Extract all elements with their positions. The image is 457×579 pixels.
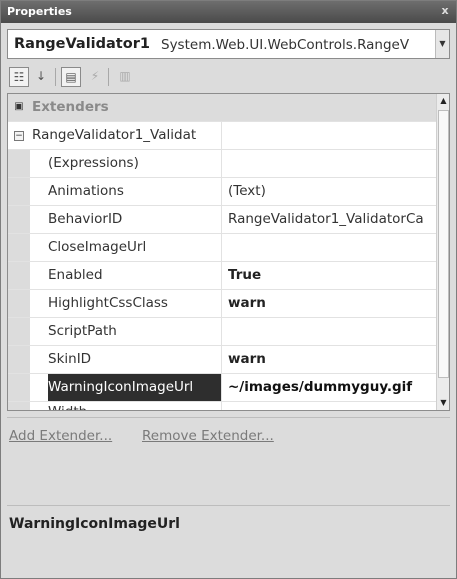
property-value[interactable]: warn — [223, 290, 436, 317]
row-gutter — [8, 206, 30, 233]
toolbar-divider — [108, 68, 109, 86]
object-selector[interactable]: RangeValidator1 System.Web.UI.WebControl… — [7, 29, 450, 59]
property-row-enabled[interactable]: Enabled True — [8, 262, 436, 290]
property-value[interactable] — [223, 234, 436, 261]
add-extender-link[interactable]: Add Extender... — [9, 428, 112, 444]
remove-extender-link[interactable]: Remove Extender... — [142, 428, 274, 444]
property-name: Enabled — [48, 262, 222, 289]
description-title: WarningIconImageUrl — [9, 516, 180, 532]
row-gutter — [8, 374, 30, 401]
property-row-scriptpath[interactable]: ScriptPath — [8, 318, 436, 346]
property-name: Animations — [48, 178, 222, 205]
property-name: (Expressions) — [48, 150, 222, 177]
row-gutter — [8, 262, 30, 289]
property-value[interactable]: ~/images/dummyguy.gif — [223, 374, 436, 401]
property-row-expressions[interactable]: (Expressions) — [8, 150, 436, 178]
properties-toolbar: ☷ ↓ ▤ ⚡ ▥ — [7, 65, 450, 89]
property-value[interactable] — [223, 318, 436, 345]
property-row-highlightcssclass[interactable]: HighlightCssClass warn — [8, 290, 436, 318]
property-name: HighlightCssClass — [48, 290, 222, 317]
property-name: CloseImageUrl — [48, 234, 222, 261]
row-gutter — [8, 178, 30, 205]
close-icon[interactable]: x — [438, 4, 452, 18]
property-pages-icon[interactable]: ▥ — [115, 67, 135, 87]
category-label: Extenders — [32, 99, 109, 115]
collapse-icon[interactable]: ▣ — [14, 102, 24, 113]
scroll-down-icon[interactable]: ▼ — [437, 396, 449, 410]
commands-pane: Add Extender... Remove Extender... — [7, 417, 450, 503]
toolbar-divider — [55, 68, 56, 86]
property-row-animations[interactable]: Animations (Text) — [8, 178, 436, 206]
object-type: System.Web.UI.WebControls.RangeV — [161, 37, 410, 53]
properties-icon[interactable]: ▤ — [61, 67, 81, 87]
row-gutter — [8, 402, 30, 410]
property-value[interactable]: (Text) — [223, 178, 436, 205]
vertical-scrollbar[interactable]: ▲ ▼ — [436, 94, 449, 410]
scrollbar-thumb[interactable] — [438, 110, 449, 378]
row-gutter — [8, 234, 30, 261]
row-gutter — [8, 318, 30, 345]
row-gutter — [8, 150, 30, 177]
property-value[interactable]: warn — [223, 346, 436, 373]
property-name: SkinID — [48, 346, 222, 373]
property-name: WarningIconImageUrl — [48, 374, 222, 401]
expand-collapse-icon[interactable]: − — [14, 131, 24, 141]
object-name: RangeValidator1 — [14, 36, 150, 52]
property-value[interactable] — [223, 402, 436, 410]
chevron-down-icon[interactable]: ▼ — [435, 30, 449, 58]
property-value[interactable] — [223, 150, 436, 177]
alphabetical-icon[interactable]: ↓ — [31, 67, 51, 87]
group-row-validator[interactable]: − RangeValidator1_Validat — [8, 122, 436, 150]
property-row-width[interactable]: Width — [8, 402, 436, 410]
property-grid: ▣ Extenders − RangeValidator1_Validat (E… — [7, 93, 450, 411]
property-row-warningiconimageurl[interactable]: WarningIconImageUrl ~/images/dummyguy.gi… — [8, 374, 436, 402]
property-row-closeimageurl[interactable]: CloseImageUrl — [8, 234, 436, 262]
property-name: ScriptPath — [48, 318, 222, 345]
events-icon[interactable]: ⚡ — [85, 67, 105, 87]
category-row-extenders[interactable]: ▣ Extenders — [8, 94, 436, 122]
properties-window: Properties x RangeValidator1 System.Web.… — [0, 0, 457, 579]
property-row-behaviorid[interactable]: BehaviorID RangeValidator1_ValidatorCa — [8, 206, 436, 234]
scroll-up-icon[interactable]: ▲ — [437, 94, 449, 108]
property-value[interactable]: RangeValidator1_ValidatorCa — [223, 206, 436, 233]
property-name: Width — [48, 402, 222, 410]
row-gutter — [8, 290, 30, 317]
row-gutter — [8, 346, 30, 373]
group-label: RangeValidator1_Validat — [32, 122, 222, 149]
title-bar: Properties x — [1, 1, 456, 23]
property-name: BehaviorID — [48, 206, 222, 233]
property-value[interactable]: True — [223, 262, 436, 289]
categorized-icon[interactable]: ☷ — [9, 67, 29, 87]
description-pane: WarningIconImageUrl — [7, 505, 450, 575]
window-title: Properties — [7, 5, 72, 18]
group-value — [223, 122, 436, 149]
property-row-skinid[interactable]: SkinID warn — [8, 346, 436, 374]
